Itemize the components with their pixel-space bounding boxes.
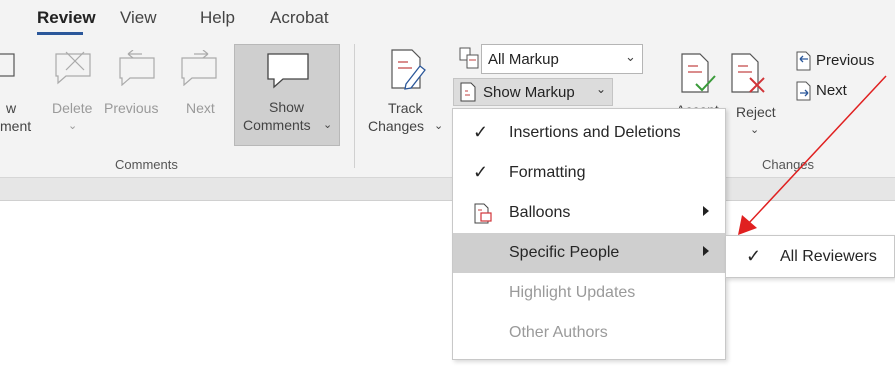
- menu-item-formatting[interactable]: ✓ Formatting: [453, 153, 725, 193]
- show-markup-button[interactable]: Show Markup ⌄: [453, 78, 613, 106]
- show-markup-menu: ✓ Insertions and Deletions ✓ Formatting …: [452, 108, 726, 360]
- specific-people-submenu: ✓ All Reviewers: [725, 235, 895, 278]
- show-comments-button[interactable]: Show Comments ⌄: [234, 44, 340, 146]
- tab-acrobat[interactable]: Acrobat: [270, 8, 329, 28]
- reject-button[interactable]: Reject ⌄: [724, 50, 780, 140]
- reject-icon: [731, 53, 765, 93]
- menu-item-highlight-updates[interactable]: Highlight Updates: [453, 273, 725, 313]
- show-markup-label: Show Markup: [483, 84, 575, 101]
- comments-group-label: Comments: [115, 157, 178, 172]
- menu-item-other-authors[interactable]: Other Authors: [453, 313, 725, 353]
- delete-comment-button[interactable]: Delete ⌄: [46, 50, 102, 160]
- previous-change-button[interactable]: Previous: [794, 50, 894, 72]
- chevron-down-icon: ⌄: [625, 49, 636, 64]
- chevron-down-icon: ⌄: [68, 120, 78, 132]
- tab-help[interactable]: Help: [200, 8, 235, 28]
- submenu-arrow-icon: [703, 246, 709, 256]
- next-comment-button[interactable]: Next: [176, 50, 226, 140]
- document-page[interactable]: [0, 200, 895, 378]
- tab-review[interactable]: Review: [37, 8, 96, 28]
- changes-group-label: Changes: [762, 157, 815, 172]
- new-comment-icon: [0, 53, 15, 77]
- submenu-item-all-reviewers[interactable]: ✓ All Reviewers: [726, 236, 894, 277]
- new-comment-button[interactable]: w ment: [0, 52, 40, 172]
- chevron-down-icon: ⌄: [750, 124, 760, 136]
- delete-comment-icon: [55, 51, 91, 85]
- previous-comment-button[interactable]: Previous: [104, 50, 170, 140]
- show-markup-icon: [460, 82, 476, 102]
- menu-item-balloons[interactable]: Balloons: [453, 193, 725, 233]
- submenu-arrow-icon: [703, 206, 709, 216]
- next-change-icon: [796, 81, 811, 101]
- previous-comment-icon: [119, 50, 155, 86]
- menu-item-insertions-deletions[interactable]: ✓ Insertions and Deletions: [453, 113, 725, 153]
- balloons-icon: [474, 203, 492, 224]
- next-comment-icon: [181, 50, 217, 86]
- menu-item-specific-people[interactable]: Specific People: [453, 233, 725, 273]
- chevron-down-icon: ⌄: [323, 119, 333, 131]
- show-comments-icon: [267, 53, 309, 89]
- checkmark-icon: ✓: [746, 246, 762, 266]
- chevron-down-icon: ⌄: [596, 82, 607, 96]
- markup-display-dropdown[interactable]: All Markup ⌄: [481, 44, 643, 74]
- tab-view[interactable]: View: [120, 8, 157, 28]
- chevron-down-icon: ⌄: [434, 120, 444, 132]
- group-divider: [354, 44, 355, 168]
- checkmark-icon: ✓: [473, 122, 489, 142]
- next-change-button[interactable]: Next: [794, 80, 874, 102]
- display-for-review-icon: [459, 47, 479, 69]
- accept-icon: [681, 53, 716, 93]
- active-tab-indicator: [37, 32, 83, 35]
- markup-dropdown-value: All Markup: [488, 51, 559, 68]
- track-changes-icon: [391, 49, 426, 90]
- checkmark-icon: ✓: [473, 162, 489, 182]
- previous-change-icon: [796, 51, 811, 71]
- track-changes-button[interactable]: Track Changes ⌄: [366, 44, 450, 149]
